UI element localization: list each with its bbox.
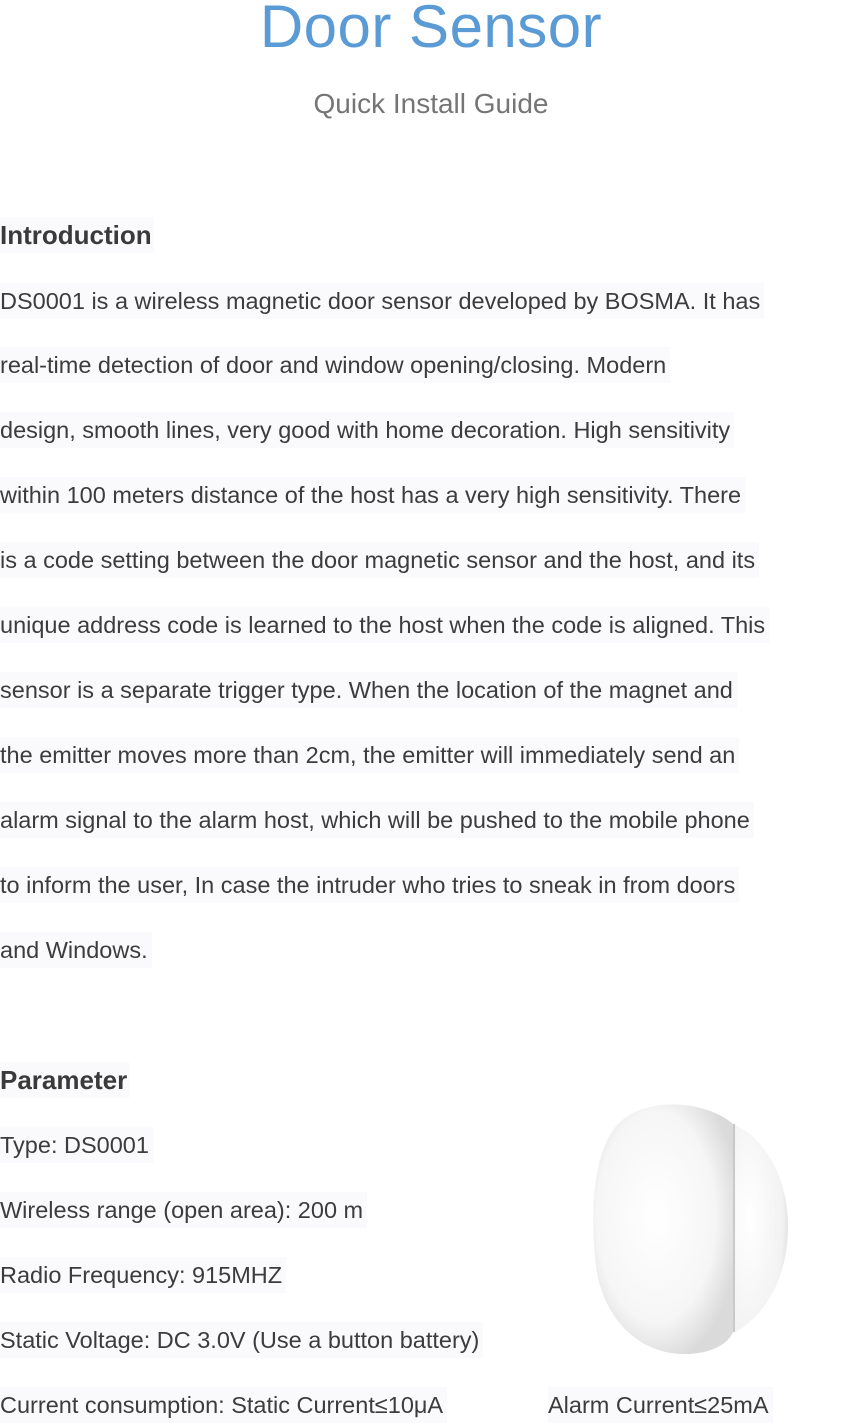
intro-line: to inform the user, In case the intruder… bbox=[0, 867, 740, 903]
parameter-heading: Parameter bbox=[0, 1062, 130, 1098]
sensor-body bbox=[593, 1104, 733, 1355]
parameter-type: Type: DS0001 bbox=[0, 1127, 153, 1163]
document-subtitle: Quick Install Guide bbox=[313, 88, 549, 119]
intro-line: sensor is a separate trigger type. When … bbox=[0, 672, 737, 708]
parameter-static-current: Current consumption: Static Current≤10μA bbox=[0, 1387, 448, 1423]
parameter-alarm-current: Alarm Current≤25mA bbox=[548, 1387, 773, 1423]
door-sensor-icon bbox=[593, 1104, 788, 1355]
intro-line: unique address code is learned to the ho… bbox=[0, 607, 770, 643]
parameter-wireless-range: Wireless range (open area): 200 m bbox=[0, 1192, 368, 1228]
parameter-radio-frequency: Radio Frequency: 915MHZ bbox=[0, 1257, 287, 1293]
intro-line: real-time detection of door and window o… bbox=[0, 347, 671, 383]
intro-line: design, smooth lines, very good with hom… bbox=[0, 412, 735, 448]
intro-line: DS0001 is a wireless magnetic door senso… bbox=[0, 283, 765, 319]
intro-line: and Windows. bbox=[0, 932, 152, 968]
document-title: Door Sensor bbox=[259, 0, 603, 60]
intro-line: the emitter moves more than 2cm, the emi… bbox=[0, 737, 740, 773]
intro-line: within 100 meters distance of the host h… bbox=[0, 477, 746, 513]
door-sensor-device-image bbox=[588, 1096, 794, 1358]
parameter-static-voltage: Static Voltage: DC 3.0V (Use a button ba… bbox=[0, 1322, 484, 1358]
intro-line: alarm signal to the alarm host, which wi… bbox=[0, 802, 754, 838]
intro-line: is a code setting between the door magne… bbox=[0, 542, 760, 578]
magnet-body bbox=[733, 1124, 788, 1332]
introduction-heading: Introduction bbox=[0, 217, 154, 253]
